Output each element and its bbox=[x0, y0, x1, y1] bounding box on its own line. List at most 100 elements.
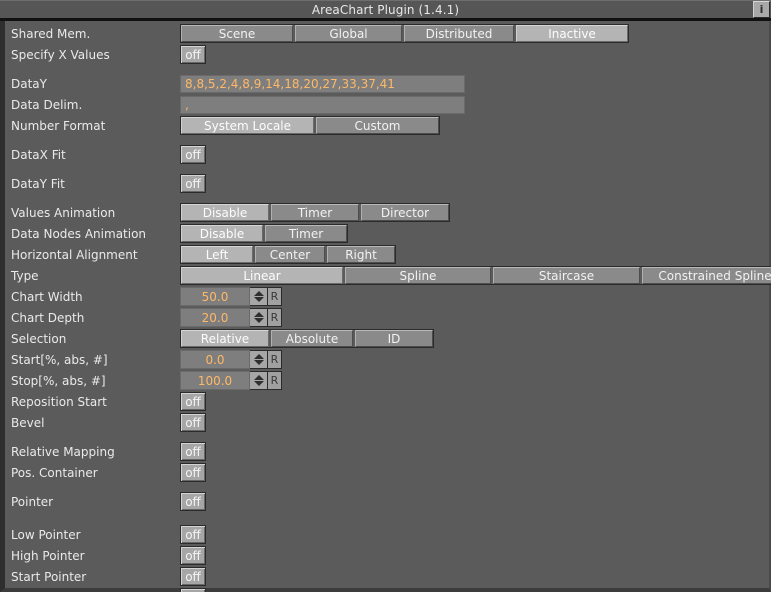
toggle-relative-mapping[interactable]: off bbox=[180, 442, 206, 461]
seg-values-animation-timer[interactable]: Timer bbox=[271, 204, 359, 221]
chevron-down-icon[interactable] bbox=[253, 360, 264, 365]
seg-values-animation-disable[interactable]: Disable bbox=[181, 204, 269, 221]
segmented-number-format: System Locale Custom bbox=[180, 116, 440, 135]
spinner-value-chart-depth[interactable]: 20.0 bbox=[180, 308, 250, 327]
toggle-stop-pointer[interactable]: off bbox=[180, 588, 206, 592]
control-chart-width: 50.0 R bbox=[180, 287, 282, 306]
label-number-format: Number Format bbox=[11, 118, 106, 133]
toggle-datax-fit[interactable]: off bbox=[180, 145, 206, 164]
toggle-bevel[interactable]: off bbox=[180, 413, 206, 432]
spinner-chart-depth: 20.0 R bbox=[180, 308, 282, 327]
spinner-arrows-chart-depth[interactable] bbox=[250, 308, 268, 327]
seg-type-constrained-spline[interactable]: Constrained Spline bbox=[642, 267, 771, 284]
row-selection: Selection Relative Absolute ID bbox=[5, 328, 769, 349]
control-start-pointer: off bbox=[180, 567, 206, 586]
seg-horizontal-alignment-right[interactable]: Right bbox=[327, 246, 395, 263]
seg-shared-mem-distributed[interactable]: Distributed bbox=[404, 25, 514, 42]
spinner-arrows-chart-width[interactable] bbox=[250, 287, 268, 306]
seg-horizontal-alignment-left[interactable]: Left bbox=[181, 246, 253, 263]
row-stop-pointer: Stop Pointeroff bbox=[5, 587, 769, 592]
segmented-values-animation: Disable Timer Director bbox=[180, 203, 450, 222]
row-start-pct-abs-num: Start[%, abs, #] 0.0 R bbox=[5, 349, 769, 370]
spinner-start-pct-abs-num: 0.0 R bbox=[180, 350, 282, 369]
label-datay-fit: DataY Fit bbox=[11, 176, 65, 191]
chevron-up-icon[interactable] bbox=[253, 312, 264, 317]
control-datax-fit: off bbox=[180, 145, 206, 164]
label-relative-mapping: Relative Mapping bbox=[11, 444, 115, 459]
control-shared-mem: Scene Global Distributed Inactive bbox=[180, 24, 629, 43]
row-bevel: Bevel off bbox=[5, 412, 769, 433]
chevron-up-icon[interactable] bbox=[253, 354, 264, 359]
seg-data-nodes-animation-disable[interactable]: Disable bbox=[181, 225, 263, 242]
control-chart-depth: 20.0 R bbox=[180, 308, 282, 327]
seg-horizontal-alignment-center[interactable]: Center bbox=[255, 246, 325, 263]
seg-number-format-custom[interactable]: Custom bbox=[316, 117, 439, 134]
segmented-horizontal-alignment: Left Center Right bbox=[180, 245, 396, 264]
row-data-nodes-animation: Data Nodes Animation Disable Timer bbox=[5, 223, 769, 244]
toggle-datay-fit[interactable]: off bbox=[180, 174, 206, 193]
label-bevel: Bevel bbox=[11, 415, 45, 430]
control-pointer: off bbox=[180, 492, 206, 511]
chevron-down-icon[interactable] bbox=[253, 318, 264, 323]
seg-shared-mem-scene[interactable]: Scene bbox=[181, 25, 293, 42]
seg-shared-mem-inactive[interactable]: Inactive bbox=[516, 25, 628, 42]
control-high-pointer: off bbox=[180, 546, 206, 565]
toggle-high-pointer[interactable]: off bbox=[180, 546, 206, 565]
properties-panel: Shared Mem. Scene Global Distributed Inactiv… bbox=[0, 21, 771, 592]
control-start-pct-abs-num: 0.0 R bbox=[180, 350, 282, 369]
reset-button-chart-width[interactable]: R bbox=[268, 287, 282, 306]
info-button[interactable]: i bbox=[753, 1, 770, 18]
control-type: Linear Spline Staircase Constrained Spline bbox=[180, 266, 771, 285]
row-low-pointer: Low Pointer off bbox=[5, 524, 769, 545]
property-rows: Shared Mem. Scene Global Distributed Inactiv… bbox=[5, 23, 771, 592]
seg-selection-absolute[interactable]: Absolute bbox=[271, 330, 353, 347]
label-high-pointer: High Pointer bbox=[11, 548, 85, 563]
control-pos-container: off bbox=[180, 463, 206, 482]
toggle-start-pointer[interactable]: off bbox=[180, 567, 206, 586]
label-shared-mem: Shared Mem. bbox=[11, 26, 91, 41]
label-chart-depth: Chart Depth bbox=[11, 310, 85, 325]
reset-button-start-pct-abs-num[interactable]: R bbox=[268, 350, 282, 369]
control-stop-pointer: off bbox=[180, 588, 206, 592]
row-datay-fit: DataY Fit off bbox=[5, 173, 769, 194]
toggle-low-pointer[interactable]: off bbox=[180, 525, 206, 544]
seg-type-linear[interactable]: Linear bbox=[181, 267, 343, 284]
chevron-up-icon[interactable] bbox=[253, 291, 264, 296]
chevron-up-icon[interactable] bbox=[253, 375, 264, 380]
control-low-pointer: off bbox=[180, 525, 206, 544]
label-chart-width: Chart Width bbox=[11, 289, 83, 304]
seg-type-staircase[interactable]: Staircase bbox=[493, 267, 640, 284]
toggle-reposition-start[interactable]: off bbox=[180, 392, 206, 411]
input-data-delim[interactable]: , bbox=[180, 95, 465, 114]
input-datay[interactable]: 8,8,5,2,4,8,9,14,18,20,27,33,37,41 bbox=[180, 74, 465, 93]
row-number-format: Number Format System Locale Custom bbox=[5, 115, 769, 136]
seg-selection-relative[interactable]: Relative bbox=[181, 330, 269, 347]
chevron-down-icon[interactable] bbox=[253, 381, 264, 386]
seg-number-format-system-locale[interactable]: System Locale bbox=[181, 117, 314, 134]
toggle-pointer[interactable]: off bbox=[180, 492, 206, 511]
segmented-selection: Relative Absolute ID bbox=[180, 329, 434, 348]
segmented-shared-mem: Scene Global Distributed Inactive bbox=[180, 24, 629, 43]
spinner-value-start-pct-abs-num[interactable]: 0.0 bbox=[180, 350, 250, 369]
toggle-pos-container[interactable]: off bbox=[180, 463, 206, 482]
spinner-value-chart-width[interactable]: 50.0 bbox=[180, 287, 250, 306]
spinner-arrows-start-pct-abs-num[interactable] bbox=[250, 350, 268, 369]
label-values-animation: Values Animation bbox=[11, 205, 116, 220]
row-stop-pct-abs-num: Stop[%, abs, #] 100.0 R bbox=[5, 370, 769, 391]
areachart-plugin-window: AreaChart Plugin (1.4.1) i Shared Mem. Sc… bbox=[0, 0, 771, 592]
toggle-specify-x-values[interactable]: off bbox=[180, 45, 206, 64]
spinner-value-stop-pct-abs-num[interactable]: 100.0 bbox=[180, 371, 250, 390]
label-pos-container: Pos. Container bbox=[11, 465, 98, 480]
label-start-pct-abs-num: Start[%, abs, #] bbox=[11, 352, 108, 367]
seg-type-spline[interactable]: Spline bbox=[345, 267, 491, 284]
reset-button-chart-depth[interactable]: R bbox=[268, 308, 282, 327]
seg-data-nodes-animation-timer[interactable]: Timer bbox=[265, 225, 347, 242]
chevron-down-icon[interactable] bbox=[253, 297, 264, 302]
spinner-arrows-stop-pct-abs-num[interactable] bbox=[250, 371, 268, 390]
seg-selection-id[interactable]: ID bbox=[355, 330, 433, 347]
label-specify-x-values: Specify X Values bbox=[11, 47, 110, 62]
seg-shared-mem-global[interactable]: Global bbox=[295, 25, 402, 42]
reset-button-stop-pct-abs-num[interactable]: R bbox=[268, 371, 282, 390]
row-datay: DataY 8,8,5,2,4,8,9,14,18,20,27,33,37,41 bbox=[5, 73, 769, 94]
seg-values-animation-director[interactable]: Director bbox=[361, 204, 449, 221]
